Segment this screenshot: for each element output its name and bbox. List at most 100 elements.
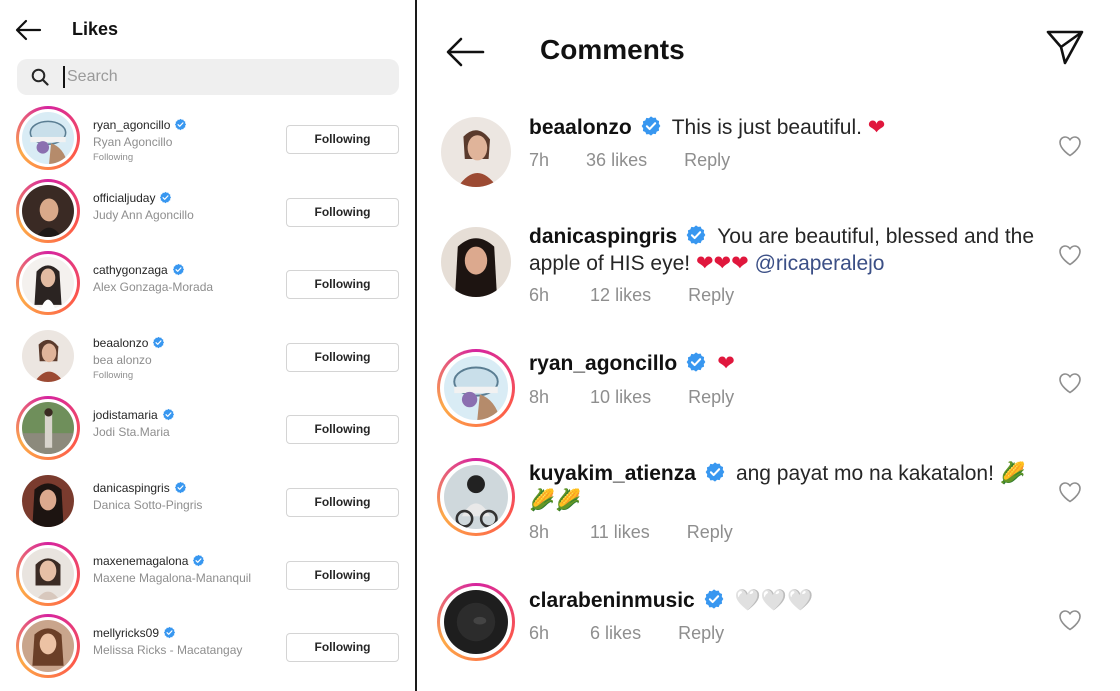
comment-time: 6h bbox=[529, 623, 550, 643]
avatar[interactable] bbox=[437, 458, 515, 536]
reply-button[interactable]: Reply bbox=[688, 387, 734, 408]
following-button[interactable]: Following bbox=[286, 342, 399, 372]
full-name: Danica Sotto-Pingris bbox=[93, 497, 203, 512]
following-button[interactable]: Following bbox=[286, 415, 399, 445]
list-item[interactable]: mellyricks09 Melissa Ricks - Macatangay … bbox=[0, 610, 415, 683]
comment-time: 8h bbox=[529, 387, 550, 407]
avatar[interactable] bbox=[16, 106, 80, 170]
comment-username[interactable]: kuyakim_atienza bbox=[529, 462, 696, 485]
comment-likes[interactable]: 11 likes bbox=[590, 522, 650, 543]
comment-likes[interactable]: 36 likes bbox=[586, 150, 647, 171]
username[interactable]: cathygonzaga bbox=[93, 263, 168, 277]
full-name: Ryan Agoncillo bbox=[93, 135, 173, 149]
list-item[interactable]: officialjuday Judy Ann Agoncillo Followi… bbox=[0, 175, 415, 248]
likes-header: Likes bbox=[0, 0, 415, 58]
like-heart-icon[interactable] bbox=[1058, 244, 1082, 266]
search-bar[interactable] bbox=[17, 59, 399, 95]
comment-time: 6h bbox=[529, 285, 550, 305]
list-item[interactable]: cathygonzaga Alex Gonzaga-Morada Followi… bbox=[0, 247, 415, 320]
reply-button[interactable]: Reply bbox=[688, 285, 734, 306]
username[interactable]: ryan_agoncillo bbox=[93, 118, 170, 132]
avatar[interactable] bbox=[437, 113, 515, 191]
avatar[interactable] bbox=[16, 178, 80, 243]
comment-likes[interactable]: 6 likes bbox=[590, 623, 641, 644]
full-name: Judy Ann Agoncillo bbox=[93, 207, 194, 222]
list-item[interactable]: jodistamaria Jodi Sta.Maria Following bbox=[0, 392, 415, 465]
list-item[interactable]: danicaspingris Danica Sotto-Pingris Foll… bbox=[0, 465, 415, 538]
reply-button[interactable]: Reply bbox=[678, 623, 724, 644]
username[interactable]: officialjuday bbox=[93, 191, 155, 205]
comment-time: 8h bbox=[529, 522, 550, 542]
following-button[interactable]: Following bbox=[286, 270, 399, 300]
mention-link[interactable]: @ricaperalejo bbox=[755, 252, 885, 275]
following-button[interactable]: Following bbox=[286, 487, 399, 517]
following-button[interactable]: Following bbox=[286, 197, 399, 227]
avatar[interactable] bbox=[16, 469, 80, 533]
comment-username[interactable]: danicaspingris bbox=[529, 225, 677, 248]
corn-emoji: 🌽🌽 bbox=[529, 488, 582, 512]
likes-panel: Likes ryan_agoncillo Ryan Agoncillo Foll… bbox=[0, 0, 415, 691]
following-button[interactable]: Following bbox=[286, 125, 399, 154]
verified-badge-icon bbox=[152, 336, 165, 349]
like-heart-icon[interactable] bbox=[1058, 135, 1082, 157]
username[interactable]: jodistamaria bbox=[93, 408, 158, 422]
verified-badge-icon bbox=[192, 554, 205, 567]
search-input[interactable] bbox=[63, 66, 383, 88]
username[interactable]: maxenemagalona bbox=[93, 554, 188, 568]
comment-likes[interactable]: 12 likes bbox=[590, 285, 651, 306]
username[interactable]: danicaspingris bbox=[93, 481, 170, 495]
avatar[interactable] bbox=[16, 614, 80, 679]
avatar[interactable] bbox=[16, 324, 80, 388]
page-title: Likes bbox=[72, 19, 119, 39]
send-icon[interactable] bbox=[1045, 28, 1085, 66]
red-heart-emoji: ❤❤❤ bbox=[695, 251, 749, 275]
comment-text: ang payat mo na kakatalon! bbox=[735, 462, 994, 485]
likes-list: ryan_agoncillo Ryan Agoncillo Following … bbox=[0, 102, 415, 683]
verified-badge-icon bbox=[685, 224, 707, 246]
following-status: Following bbox=[93, 152, 134, 163]
list-item[interactable]: ryan_agoncillo Ryan Agoncillo Following … bbox=[0, 102, 415, 175]
like-heart-icon[interactable] bbox=[1058, 481, 1082, 503]
following-status: Following bbox=[93, 369, 134, 381]
verified-badge-icon bbox=[174, 118, 187, 131]
following-button[interactable]: Following bbox=[286, 560, 399, 590]
full-name: bea alonzo bbox=[93, 352, 152, 367]
avatar[interactable] bbox=[437, 349, 515, 427]
verified-badge-icon bbox=[685, 351, 707, 373]
verified-badge-icon bbox=[162, 408, 175, 421]
white-heart-emoji: 🤍🤍🤍 bbox=[734, 588, 814, 612]
red-heart-emoji: ❤ bbox=[717, 351, 735, 375]
reply-button[interactable]: Reply bbox=[684, 150, 730, 171]
like-heart-icon[interactable] bbox=[1058, 372, 1082, 394]
verified-badge-icon bbox=[172, 263, 185, 276]
back-arrow-icon[interactable] bbox=[14, 18, 42, 42]
list-item[interactable]: maxenemagalona Maxene Magalona-Mananquil… bbox=[0, 538, 415, 611]
verified-badge-icon bbox=[163, 626, 176, 639]
red-heart-emoji: ❤ bbox=[867, 115, 886, 139]
avatar[interactable] bbox=[16, 541, 80, 606]
full-name: Jodi Sta.Maria bbox=[93, 425, 170, 440]
comment-username[interactable]: ryan_agoncillo bbox=[529, 352, 677, 375]
list-item[interactable]: beaalonzo bea alonzo Following Following bbox=[0, 320, 415, 393]
reply-button[interactable]: Reply bbox=[687, 522, 733, 543]
comment-username[interactable]: beaalonzo bbox=[529, 116, 632, 139]
verified-badge-icon bbox=[159, 191, 172, 204]
avatar[interactable] bbox=[16, 396, 80, 461]
comment-username[interactable]: clarabeninmusic bbox=[529, 589, 695, 612]
username[interactable]: beaalonzo bbox=[93, 336, 148, 350]
like-heart-icon[interactable] bbox=[1058, 609, 1082, 631]
username[interactable]: mellyricks09 bbox=[93, 626, 159, 640]
full-name: Alex Gonzaga-Morada bbox=[93, 280, 214, 295]
avatar[interactable] bbox=[16, 251, 80, 316]
comment-likes[interactable]: 10 likes bbox=[590, 387, 651, 408]
full-name: Melissa Ricks - Macatangay bbox=[93, 643, 243, 658]
page-title: Comments bbox=[540, 34, 685, 65]
full-name: Maxene Magalona-Mananquil bbox=[93, 570, 252, 585]
comment-text: This is just beautiful. bbox=[671, 116, 862, 139]
back-arrow-icon[interactable] bbox=[445, 36, 485, 68]
following-button[interactable]: Following bbox=[286, 633, 399, 663]
avatar[interactable] bbox=[437, 223, 515, 301]
corn-emoji: 🌽 bbox=[999, 461, 1026, 485]
comment-time: 7h bbox=[529, 150, 550, 170]
avatar[interactable] bbox=[437, 583, 515, 661]
